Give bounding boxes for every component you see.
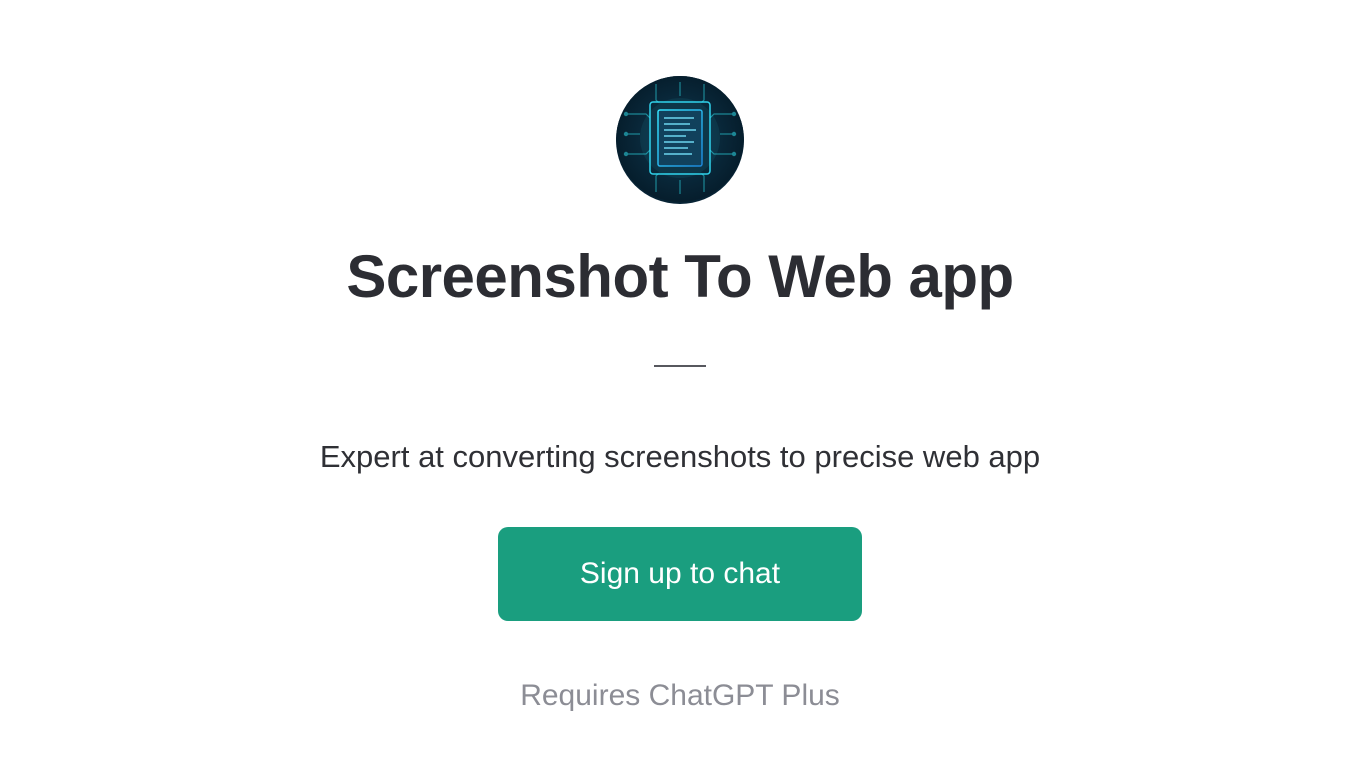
circuit-document-icon	[616, 76, 744, 204]
page-title: Screenshot To Web app	[346, 242, 1013, 311]
requirement-note: Requires ChatGPT Plus	[520, 679, 840, 713]
sign-up-button[interactable]: Sign up to chat	[498, 527, 862, 621]
title-divider	[654, 365, 706, 367]
app-avatar	[616, 76, 744, 204]
page-subtitle: Expert at converting screenshots to prec…	[320, 439, 1040, 475]
